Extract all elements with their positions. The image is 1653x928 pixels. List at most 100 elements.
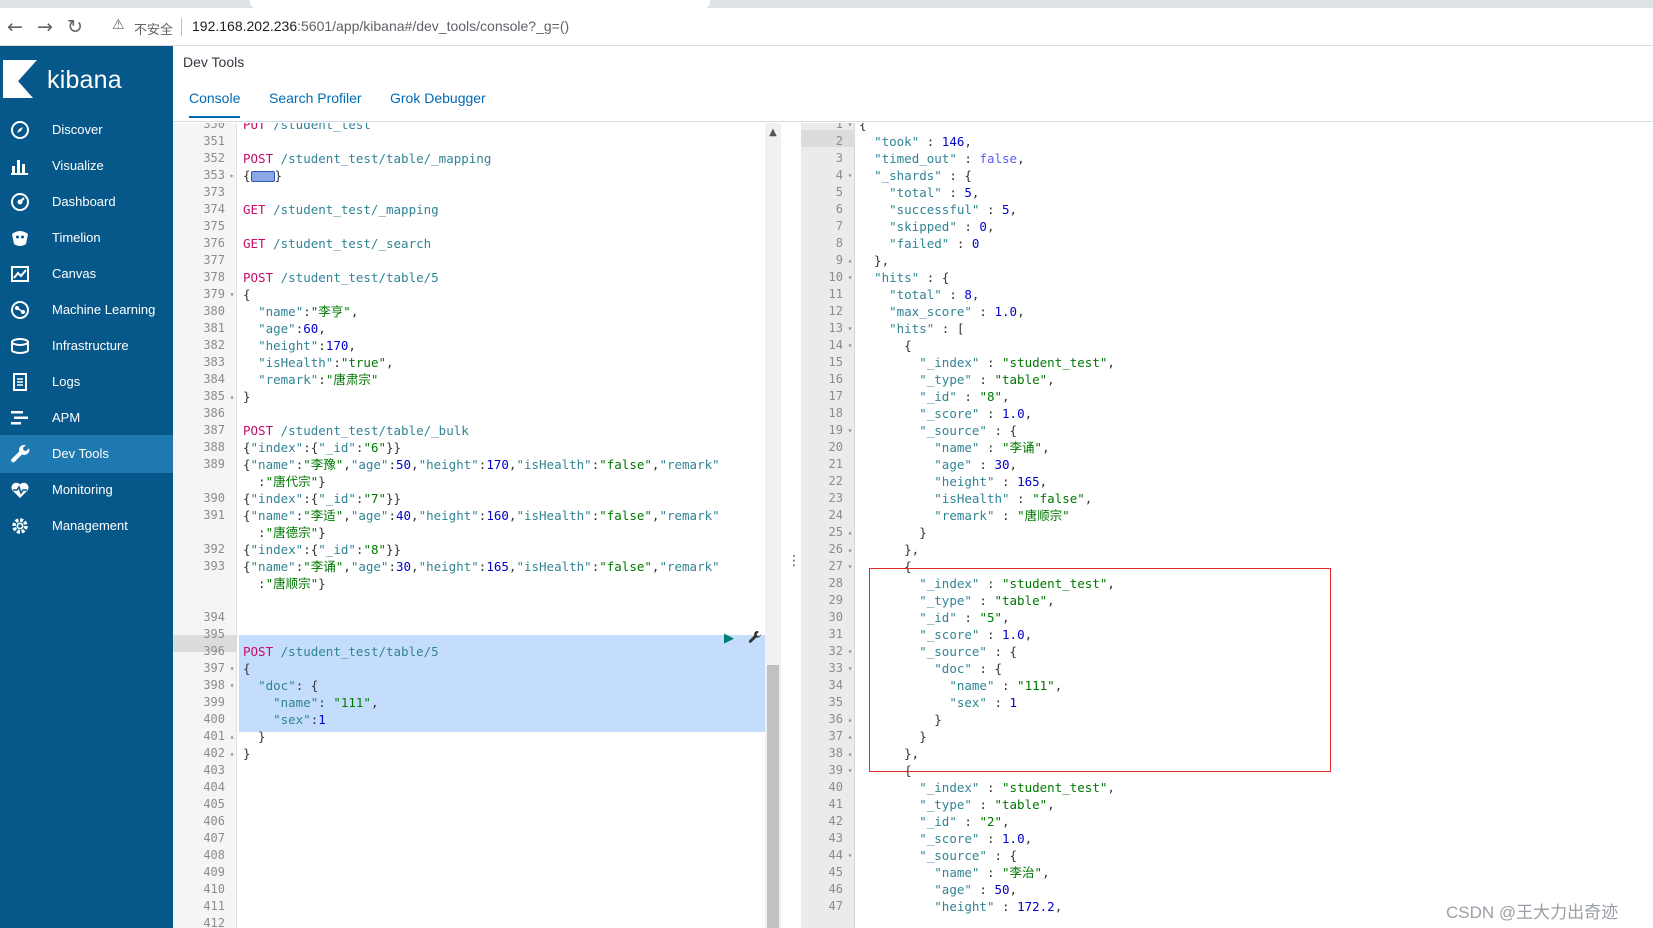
fold-toggle-icon[interactable]: ▾ bbox=[227, 286, 237, 303]
browser-tab[interactable] bbox=[250, 0, 710, 8]
line-number: 47 bbox=[828, 899, 843, 913]
watermark: CSDN @王大力出奇迹 bbox=[1446, 903, 1619, 922]
fold-toggle-icon[interactable]: ▾ bbox=[845, 762, 855, 779]
annotation-box bbox=[869, 568, 1331, 772]
code-token: "_type" bbox=[919, 797, 972, 812]
code-token: , bbox=[1042, 865, 1050, 880]
line-number: 20 bbox=[828, 440, 843, 454]
code-token: "remark" bbox=[659, 559, 720, 574]
tab-grok-debugger[interactable]: Grok Debugger bbox=[390, 90, 486, 106]
sidebar-item-label: Timelion bbox=[52, 230, 101, 245]
fold-toggle-icon[interactable]: ▾ bbox=[845, 660, 855, 677]
address-bar[interactable]: ⚠ 不安全 192.168.202.236:5601/app/kibana#/d… bbox=[104, 11, 1653, 43]
scroll-up-icon[interactable]: ▲ bbox=[765, 127, 781, 138]
request-editor[interactable]: 350 PUT /student_test 351 352 POST /student_… bbox=[173, 123, 765, 928]
wrench-icon[interactable] bbox=[748, 630, 762, 644]
code-text: {"name":"李豫","age":50,"height":170,"isHe… bbox=[243, 456, 720, 473]
arrow-right-icon[interactable]: → bbox=[33, 15, 57, 39]
fold-toggle-icon[interactable]: ▸ bbox=[227, 167, 237, 184]
devtools-header: Dev Tools Console Search Profiler Grok D… bbox=[173, 46, 1653, 122]
code-token: , bbox=[350, 304, 359, 319]
sidebar-item-monitoring[interactable]: Monitoring bbox=[0, 471, 173, 509]
warning-icon[interactable]: ⚠ bbox=[112, 17, 125, 33]
fold-toggle-icon[interactable]: ▴ bbox=[845, 745, 855, 762]
drag-handle-icon[interactable]: ⋮ bbox=[787, 553, 801, 569]
line-number: 401 bbox=[203, 729, 225, 743]
tab-console[interactable]: Console bbox=[189, 90, 241, 118]
fold-toggle-icon[interactable]: ▾ bbox=[845, 320, 855, 337]
line-number: 406 bbox=[203, 814, 225, 828]
fold-toggle-icon[interactable]: ▾ bbox=[845, 269, 855, 286]
code-token: : bbox=[318, 695, 334, 710]
collapsed-block-icon[interactable] bbox=[250, 171, 275, 182]
arrow-left-icon[interactable]: ← bbox=[3, 15, 27, 39]
sidebar-item-apm[interactable]: APM bbox=[0, 399, 173, 437]
sidebar-item-management[interactable]: Management bbox=[0, 507, 173, 545]
kibana-logo[interactable]: kibana bbox=[0, 46, 173, 106]
response-viewer[interactable]: 1 ▾{2 "took" : 146, 3 "timed_out" : false,… bbox=[801, 123, 1653, 928]
code-token: "height" bbox=[258, 338, 319, 353]
url-text[interactable]: 192.168.202.236:5601/app/kibana#/dev_too… bbox=[192, 18, 569, 34]
fold-toggle-icon[interactable]: ▴ bbox=[845, 728, 855, 745]
play-icon[interactable]: ▶ bbox=[724, 631, 734, 646]
fold-toggle-icon[interactable]: ▾ bbox=[845, 123, 855, 133]
line-number: 10 bbox=[828, 270, 843, 284]
pane-resizer[interactable]: ⋮ bbox=[781, 123, 801, 928]
line-number: 25 bbox=[828, 525, 843, 539]
code-token: "remark" bbox=[258, 372, 319, 387]
fold-toggle-icon[interactable]: ▾ bbox=[845, 337, 855, 354]
fold-toggle-icon[interactable]: ▴ bbox=[227, 388, 237, 405]
fold-toggle-icon[interactable]: ▾ bbox=[845, 558, 855, 575]
line-number: 410 bbox=[203, 882, 225, 896]
sidebar-item-canvas[interactable]: Canvas bbox=[0, 255, 173, 293]
fold-toggle-icon[interactable]: ▾ bbox=[845, 422, 855, 439]
code-token: } bbox=[318, 576, 326, 591]
sidebar-item-logs[interactable]: Logs bbox=[0, 363, 173, 401]
fold-toggle-icon[interactable]: ▾ bbox=[845, 167, 855, 184]
sidebar-item-dashboard[interactable]: Dashboard bbox=[0, 183, 173, 221]
code-token: /student_test/_search bbox=[265, 236, 432, 251]
fold-toggle-icon[interactable]: ▴ bbox=[845, 524, 855, 541]
code-token: "唐顺宗" bbox=[265, 576, 319, 591]
fold-toggle-icon[interactable]: ▾ bbox=[845, 643, 855, 660]
code-token: "_score" bbox=[919, 831, 980, 846]
fold-toggle-icon[interactable]: ▾ bbox=[845, 847, 855, 864]
code-token: "false" bbox=[599, 457, 652, 472]
fold-toggle-icon[interactable]: ▴ bbox=[845, 711, 855, 728]
tab-search-profiler[interactable]: Search Profiler bbox=[269, 90, 362, 106]
fold-toggle-icon[interactable]: ▾ bbox=[227, 677, 237, 694]
security-label[interactable]: 不安全 bbox=[134, 19, 173, 38]
fold-toggle-icon[interactable]: ▾ bbox=[227, 660, 237, 677]
line-number: 378 bbox=[203, 270, 225, 284]
sidebar-item-dev-tools[interactable]: Dev Tools bbox=[0, 435, 173, 473]
request-scrollbar[interactable]: ▲ bbox=[765, 123, 781, 928]
scrollbar-thumb[interactable] bbox=[767, 665, 779, 928]
code-text: { bbox=[243, 286, 251, 303]
line-number: 353 bbox=[203, 168, 225, 182]
line-number: 29 bbox=[828, 593, 843, 607]
fold-toggle-icon[interactable]: ▴ bbox=[845, 541, 855, 558]
code-token: { bbox=[243, 287, 251, 302]
reload-icon[interactable]: ↻ bbox=[63, 15, 87, 39]
fold-toggle-icon[interactable]: ▴ bbox=[845, 252, 855, 269]
browser-tab-strip bbox=[0, 0, 1653, 8]
fold-toggle-icon[interactable]: ▴ bbox=[227, 728, 237, 745]
code-token: /student_test/table/5 bbox=[273, 270, 439, 285]
sidebar-item-timelion[interactable]: Timelion bbox=[0, 219, 173, 257]
code-token: "name" bbox=[934, 440, 980, 455]
code-text: { bbox=[243, 660, 251, 677]
fold-toggle-icon[interactable]: ▴ bbox=[227, 745, 237, 762]
code-token: "李适" bbox=[303, 508, 344, 523]
line-number: 400 bbox=[203, 712, 225, 726]
line-number: 23 bbox=[828, 491, 843, 505]
sidebar-item-discover[interactable]: Discover bbox=[0, 111, 173, 149]
sidebar-item-visualize[interactable]: Visualize bbox=[0, 147, 173, 185]
sidebar-item-infrastructure[interactable]: Infrastructure bbox=[0, 327, 173, 365]
sidebar-item-machine-learning[interactable]: Machine Learning bbox=[0, 291, 173, 329]
